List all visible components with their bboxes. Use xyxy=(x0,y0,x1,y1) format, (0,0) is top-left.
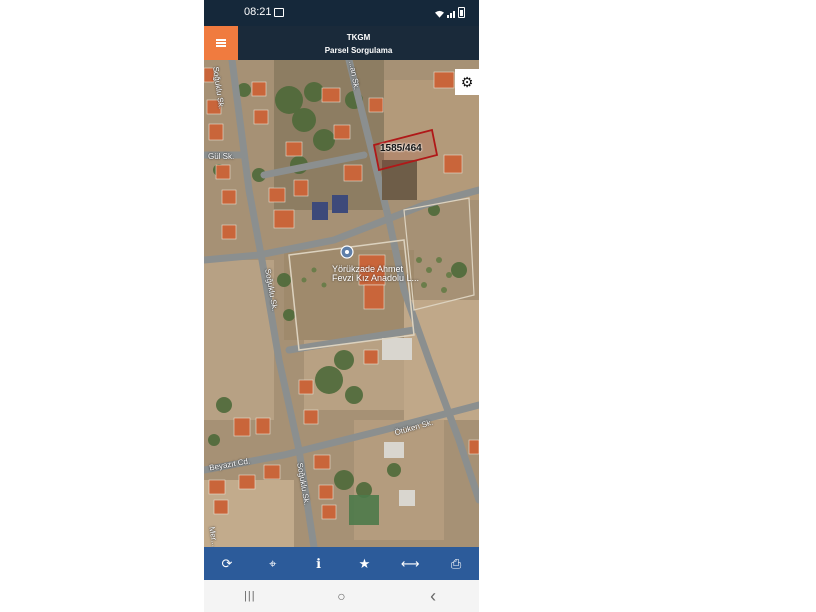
locate-button[interactable]: ⌖ xyxy=(259,550,287,578)
app-subtitle: Parsel Sorgulama xyxy=(324,46,393,55)
refresh-button[interactable]: ⟳ xyxy=(213,550,241,578)
gallery-notification-icon xyxy=(274,8,284,17)
app-title: TKGM xyxy=(346,33,371,42)
recent-apps-icon: ||| xyxy=(244,590,256,602)
menu-button[interactable] xyxy=(204,26,238,60)
info-icon: ℹ xyxy=(316,555,322,571)
satellite-map[interactable]: 1585/464 Yörükzade Ahmet Fevzi Kız Anado… xyxy=(204,60,479,547)
locate-icon: ⌖ xyxy=(269,555,277,571)
app-header: TKGM Parsel Sorgulama xyxy=(204,26,479,60)
measure-button[interactable]: ⟷ xyxy=(396,550,424,578)
print-button[interactable]: ⎙ xyxy=(442,550,470,578)
status-bar: 08:21 xyxy=(204,0,479,26)
poi-label-line-2: Fevzi Kız Anadolu L... xyxy=(332,273,420,283)
signal-icon xyxy=(447,11,455,18)
back-icon: ‹ xyxy=(430,585,437,606)
status-time: 08:21 xyxy=(244,6,272,18)
school-poi-label[interactable]: Yörükzade Ahmet Fevzi Kız Anadolu L... xyxy=(332,265,419,283)
hamburger-icon xyxy=(216,39,226,47)
favorite-button[interactable]: ★ xyxy=(350,550,378,578)
recent-apps-button[interactable]: ||| xyxy=(230,582,270,610)
back-button[interactable]: ‹ xyxy=(413,582,453,610)
battery-icon xyxy=(458,7,465,18)
refresh-icon: ⟳ xyxy=(221,555,233,571)
map-imagery xyxy=(204,60,479,547)
info-button[interactable]: ℹ xyxy=(305,550,333,578)
home-button[interactable]: ○ xyxy=(321,582,361,610)
wifi-icon xyxy=(435,10,444,18)
map-settings-button[interactable]: ⚙ xyxy=(455,69,479,95)
school-poi-marker xyxy=(340,245,354,259)
print-icon: ⎙ xyxy=(450,555,462,571)
system-nav-bar: ||| ○ ‹ xyxy=(204,580,479,612)
status-icons xyxy=(435,7,465,18)
parcel-number-label[interactable]: 1585/464 xyxy=(380,143,422,154)
phone-screen: 08:21 TKGM Parsel Sorgulama 1585/464 Yör… xyxy=(204,0,479,612)
favorite-star-icon: ★ xyxy=(358,555,371,571)
home-icon: ○ xyxy=(337,588,346,604)
gear-icon: ⚙ xyxy=(460,73,474,90)
measure-icon: ⟷ xyxy=(400,555,420,571)
street-label: Gül Sk. xyxy=(208,152,235,161)
bottom-toolbar: ⟳ ⌖ ℹ ★ ⟷ ⎙ xyxy=(204,547,479,580)
